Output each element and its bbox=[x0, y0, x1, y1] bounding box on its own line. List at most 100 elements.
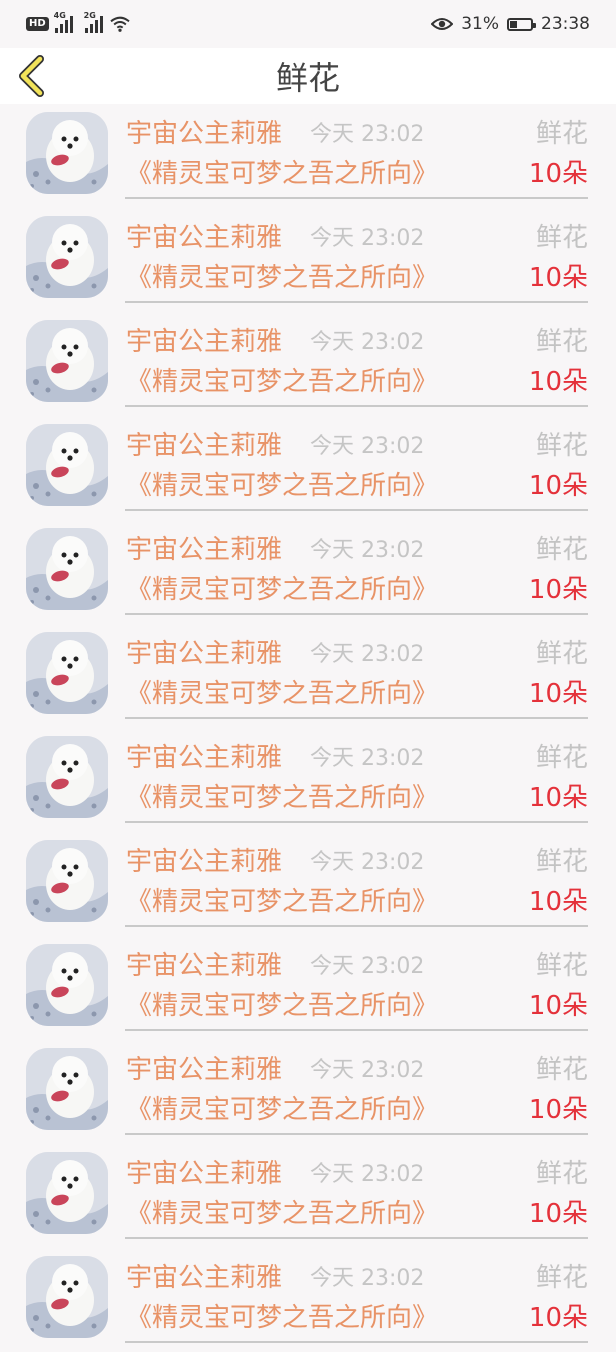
sender-name: 宇宙公主莉雅 bbox=[126, 431, 283, 461]
status-right: 31% 23:38 bbox=[431, 12, 590, 36]
list-item[interactable]: 宇宙公主莉雅 今天 23:02 鲜花 《精灵宝可梦之吾之所向》 10朵 bbox=[0, 520, 616, 624]
sender-name: 宇宙公主莉雅 bbox=[126, 1055, 283, 1085]
list-item[interactable]: 宇宙公主莉雅 今天 23:02 鲜花 《精灵宝可梦之吾之所向》 10朵 bbox=[0, 1144, 616, 1248]
book-title[interactable]: 《精灵宝可梦之吾之所向》 bbox=[126, 676, 438, 712]
gift-type-label: 鲜花 bbox=[535, 951, 588, 981]
avatar[interactable] bbox=[26, 1048, 108, 1130]
book-title[interactable]: 《精灵宝可梦之吾之所向》 bbox=[126, 884, 438, 920]
dog-photo-icon bbox=[26, 944, 108, 1026]
dog-photo-icon bbox=[26, 216, 108, 298]
avatar[interactable] bbox=[26, 528, 108, 610]
book-title[interactable]: 《精灵宝可梦之吾之所向》 bbox=[126, 1092, 438, 1128]
avatar[interactable] bbox=[26, 112, 108, 194]
list-item[interactable]: 宇宙公主莉雅 今天 23:02 鲜花 《精灵宝可梦之吾之所向》 10朵 bbox=[0, 416, 616, 520]
dog-photo-icon bbox=[26, 840, 108, 922]
divider bbox=[125, 1237, 588, 1239]
dog-photo-icon bbox=[26, 1152, 108, 1234]
gift-type-label: 鲜花 bbox=[535, 431, 588, 461]
battery-percent: 31% bbox=[461, 14, 499, 34]
divider bbox=[125, 925, 588, 927]
gift-type-label: 鲜花 bbox=[535, 639, 588, 669]
book-title[interactable]: 《精灵宝可梦之吾之所向》 bbox=[126, 156, 438, 192]
dog-photo-icon bbox=[26, 424, 108, 506]
timestamp: 今天 23:02 bbox=[310, 746, 425, 771]
divider bbox=[125, 197, 588, 199]
avatar[interactable] bbox=[26, 1152, 108, 1234]
avatar[interactable] bbox=[26, 736, 108, 818]
list-item[interactable]: 宇宙公主莉雅 今天 23:02 鲜花 《精灵宝可梦之吾之所向》 10朵 bbox=[0, 1248, 616, 1352]
flower-count: 10朵 bbox=[528, 1199, 588, 1229]
book-title[interactable]: 《精灵宝可梦之吾之所向》 bbox=[126, 572, 438, 608]
flower-count: 10朵 bbox=[528, 471, 588, 501]
list-item[interactable]: 宇宙公主莉雅 今天 23:02 鲜花 《精灵宝可梦之吾之所向》 10朵 bbox=[0, 936, 616, 1040]
sender-name: 宇宙公主莉雅 bbox=[126, 119, 283, 149]
sender-name: 宇宙公主莉雅 bbox=[126, 1263, 283, 1293]
sender-name: 宇宙公主莉雅 bbox=[126, 1159, 283, 1189]
book-title[interactable]: 《精灵宝可梦之吾之所向》 bbox=[126, 1300, 438, 1336]
avatar[interactable] bbox=[26, 1256, 108, 1338]
flower-count: 10朵 bbox=[528, 367, 588, 397]
dog-photo-icon bbox=[26, 112, 108, 194]
sender-name: 宇宙公主莉雅 bbox=[126, 743, 283, 773]
gift-type-label: 鲜花 bbox=[535, 743, 588, 773]
list-item[interactable]: 宇宙公主莉雅 今天 23:02 鲜花 《精灵宝可梦之吾之所向》 10朵 bbox=[0, 624, 616, 728]
divider bbox=[125, 301, 588, 303]
timestamp: 今天 23:02 bbox=[310, 1058, 425, 1083]
dog-photo-icon bbox=[26, 1256, 108, 1338]
timestamp: 今天 23:02 bbox=[310, 642, 425, 667]
sender-name: 宇宙公主莉雅 bbox=[126, 951, 283, 981]
book-title[interactable]: 《精灵宝可梦之吾之所向》 bbox=[126, 1196, 438, 1232]
status-left: HD 4G 2G bbox=[26, 11, 131, 36]
dog-photo-icon bbox=[26, 320, 108, 402]
status-bar: HD 4G 2G 31% 23:38 bbox=[0, 0, 616, 48]
signal-sim2-icon: 2G bbox=[84, 11, 103, 33]
wifi-icon bbox=[110, 16, 130, 32]
book-title[interactable]: 《精灵宝可梦之吾之所向》 bbox=[126, 260, 438, 296]
list-item[interactable]: 宇宙公主莉雅 今天 23:02 鲜花 《精灵宝可梦之吾之所向》 10朵 bbox=[0, 104, 616, 208]
clock: 23:38 bbox=[541, 14, 590, 34]
divider bbox=[125, 613, 588, 615]
list-item[interactable]: 宇宙公主莉雅 今天 23:02 鲜花 《精灵宝可梦之吾之所向》 10朵 bbox=[0, 312, 616, 416]
timestamp: 今天 23:02 bbox=[310, 330, 425, 355]
timestamp: 今天 23:02 bbox=[310, 538, 425, 563]
book-title[interactable]: 《精灵宝可梦之吾之所向》 bbox=[126, 468, 438, 504]
book-title[interactable]: 《精灵宝可梦之吾之所向》 bbox=[126, 364, 438, 400]
gift-type-label: 鲜花 bbox=[535, 223, 588, 253]
sim2-generation: 2G bbox=[83, 11, 96, 20]
dog-photo-icon bbox=[26, 736, 108, 818]
hd-badge: HD bbox=[26, 17, 49, 31]
flower-count: 10朵 bbox=[528, 783, 588, 813]
avatar[interactable] bbox=[26, 424, 108, 506]
list-item[interactable]: 宇宙公主莉雅 今天 23:02 鲜花 《精灵宝可梦之吾之所向》 10朵 bbox=[0, 208, 616, 312]
timestamp: 今天 23:02 bbox=[310, 1162, 425, 1187]
avatar[interactable] bbox=[26, 840, 108, 922]
page-title: 鲜花 bbox=[275, 59, 340, 97]
book-title[interactable]: 《精灵宝可梦之吾之所向》 bbox=[126, 780, 438, 816]
sender-name: 宇宙公主莉雅 bbox=[126, 847, 283, 877]
flower-count: 10朵 bbox=[528, 679, 588, 709]
avatar[interactable] bbox=[26, 944, 108, 1026]
eye-comfort-icon bbox=[431, 18, 454, 30]
avatar[interactable] bbox=[26, 632, 108, 714]
avatar[interactable] bbox=[26, 320, 108, 402]
gift-type-label: 鲜花 bbox=[535, 535, 588, 565]
sender-name: 宇宙公主莉雅 bbox=[126, 223, 283, 253]
sender-name: 宇宙公主莉雅 bbox=[126, 639, 283, 669]
avatar[interactable] bbox=[26, 216, 108, 298]
gift-type-label: 鲜花 bbox=[535, 1263, 588, 1293]
dog-photo-icon bbox=[26, 632, 108, 714]
timestamp: 今天 23:02 bbox=[310, 954, 425, 979]
timestamp: 今天 23:02 bbox=[310, 434, 425, 459]
flower-count: 10朵 bbox=[528, 887, 588, 917]
divider bbox=[125, 509, 588, 511]
list-item[interactable]: 宇宙公主莉雅 今天 23:02 鲜花 《精灵宝可梦之吾之所向》 10朵 bbox=[0, 1040, 616, 1144]
app-header: 鲜花 bbox=[0, 48, 616, 104]
divider bbox=[125, 1029, 588, 1031]
book-title[interactable]: 《精灵宝可梦之吾之所向》 bbox=[126, 988, 438, 1024]
list-item[interactable]: 宇宙公主莉雅 今天 23:02 鲜花 《精灵宝可梦之吾之所向》 10朵 bbox=[0, 728, 616, 832]
flower-count: 10朵 bbox=[528, 575, 588, 605]
gift-type-label: 鲜花 bbox=[535, 1159, 588, 1189]
sender-name: 宇宙公主莉雅 bbox=[126, 327, 283, 357]
flower-record-list: 宇宙公主莉雅 今天 23:02 鲜花 《精灵宝可梦之吾之所向》 10朵 宇宙公主… bbox=[0, 104, 616, 1352]
list-item[interactable]: 宇宙公主莉雅 今天 23:02 鲜花 《精灵宝可梦之吾之所向》 10朵 bbox=[0, 832, 616, 936]
